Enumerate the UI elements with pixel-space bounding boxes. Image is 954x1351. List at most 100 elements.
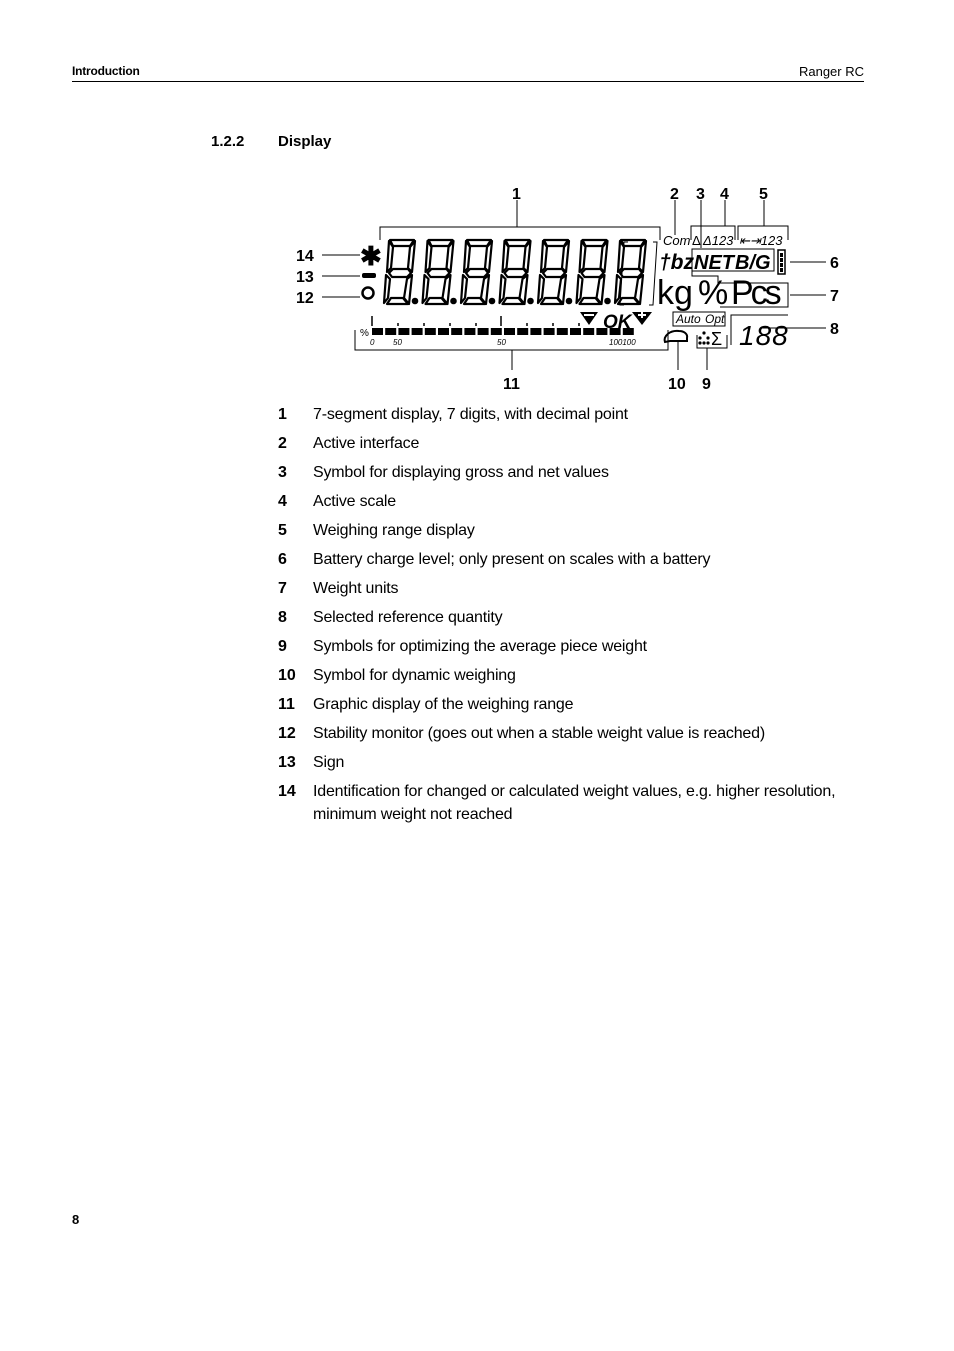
callout-5: 5 [759,186,768,203]
callout-1: 1 [512,186,521,203]
header-divider [72,81,864,82]
legend-text: Stability monitor (goes out when a stabl… [313,725,765,742]
net-label: NET [694,252,736,274]
bar-segment [570,328,581,335]
bar-segment [372,328,383,335]
digit-segment [426,267,451,279]
digit [575,238,611,306]
digit-segment [575,273,584,305]
digit-segment [385,296,410,306]
legend-number: 5 [278,522,287,539]
decimal-point [450,297,457,305]
callout-7: 7 [830,288,839,305]
bar-percent-label: % [360,328,369,339]
legend-item: 13 Sign [278,751,858,774]
legend-text: Active scale [313,493,396,510]
legend-number: 2 [278,435,287,452]
legend-number: 11 [278,696,295,713]
legend-item: 2 Active interface [278,432,858,455]
legend-number: 6 [278,551,287,568]
callout-4: 4 [720,186,729,203]
legend-item: 8 Selected reference quantity [278,606,858,629]
pcs-unit: Pcs [731,274,781,312]
display-diagram: 1 2 3 4 5 6 7 8 9 10 11 12 13 14 ✱ Com Δ… [296,186,839,393]
legend-number: 14 [278,783,296,800]
legend-number: 3 [278,464,287,481]
running-header-section: Introduction [72,64,140,78]
bar-segment [477,328,489,335]
legend-text: Weighing range display [313,522,475,539]
digit-segment [618,267,644,279]
digit [459,238,496,306]
stability-circle-icon [361,286,375,300]
bg-label: B/G [735,252,771,274]
bar-tick-50a: 50 [393,338,402,347]
callout-8: 8 [830,321,839,338]
section-title: Display [278,133,332,150]
minus-tolerance-icon [580,312,598,325]
bar-segment [596,328,608,335]
bar-segment [464,328,476,335]
page-number: 8 [72,1212,80,1227]
callout-3: 3 [696,186,705,203]
decimal-point [488,297,496,305]
legend-number: 1 [278,406,287,423]
bar-segment [556,328,568,335]
digit-segment [382,273,392,305]
bar-tick-50b: 50 [497,338,506,347]
legend-number: 13 [278,754,296,771]
digit-segment [462,296,487,306]
digit-segment [580,267,605,279]
digit-segment [578,296,602,306]
legend-text: Sign [313,754,345,771]
percent-unit: % [698,274,728,312]
legend-number: 9 [278,638,287,655]
digit [382,238,419,306]
digit-segment [462,239,472,274]
legend-item: 3 Symbol for displaying gross and net val… [278,461,858,484]
bar-segment [398,328,410,335]
legend-text: Graphic display of the weighing range [313,696,574,713]
callout-13: 13 [296,269,314,286]
legend-item: 9 Symbols for optimizing the average piec… [278,635,858,658]
digit-segment [421,273,430,305]
callout-9: 9 [702,376,711,393]
legend-item: 10 Symbol for dynamic weighing [278,664,858,687]
digit-segment [501,296,525,306]
com-label: Com [663,233,691,248]
legend-text: Symbols for optimizing the average piece… [313,638,647,655]
decimal-point [527,297,534,305]
digit-segment [536,273,546,305]
legend-item: 11 Graphic display of the weighing range [278,693,858,716]
bar-segment [530,328,542,335]
digit-segment [539,296,564,306]
digit-segment [385,239,395,274]
tbz-label: †bz [659,251,695,274]
callout-12: 12 [296,290,314,307]
legend-item: 5 Weighing range display [278,519,858,542]
digit-segment [424,239,433,274]
bar-segment [424,328,436,335]
digit-segment [459,273,469,305]
bar-segment [451,328,463,335]
digit-segment [616,296,641,306]
digit [498,238,534,306]
legend-text: Active interface [313,435,420,452]
legend-text: Identification for changed or calculated… [313,783,836,823]
decimal-point [565,297,573,305]
digit-bracket-right [649,241,658,306]
legend-text: Weight units [313,580,399,597]
callout-14: 14 [296,248,314,265]
legend-number: 7 [278,580,287,597]
legend-number: 8 [278,609,287,626]
bar-tick-0: 0 [370,338,375,347]
legend-text: Symbol for dynamic weighing [313,667,516,684]
delta-net-label: Δ [692,233,701,248]
bar-segment [609,328,621,335]
bar-segment [583,328,595,335]
dots-icon [698,331,710,345]
weighing-range-bargraph [371,316,634,335]
bar-segment [517,328,529,335]
sigma-icon: Σ [711,329,722,349]
digit-segment [464,267,490,279]
